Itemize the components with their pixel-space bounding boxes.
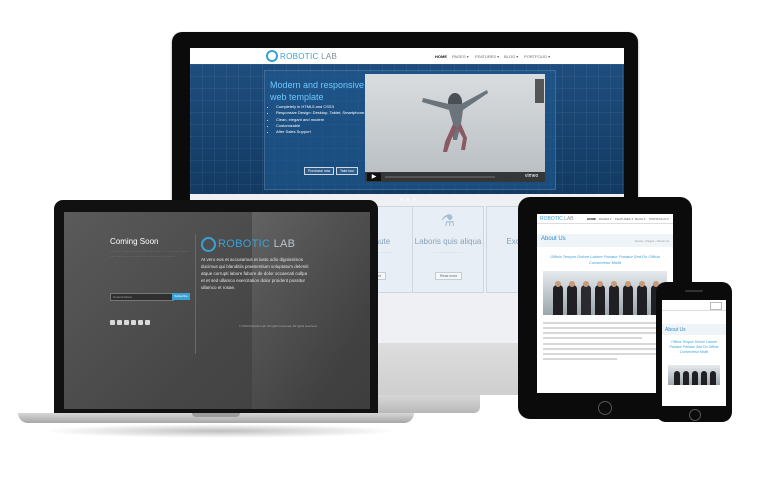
nav-pages[interactable]: PAGES ▾ [599, 217, 611, 221]
menu-icon[interactable] [710, 302, 722, 310]
text-line [543, 337, 643, 339]
jumping-figure-image [422, 90, 488, 152]
person-figure [581, 285, 591, 315]
person-head [555, 281, 561, 287]
person-figure [567, 285, 577, 315]
person-figure [609, 285, 619, 315]
flickr-icon[interactable] [138, 320, 143, 325]
quote: Officia Tempor Dolore Labore Pariatur Pa… [669, 340, 719, 354]
intro-text: At vero eos et accusamus et iusto odio d… [201, 257, 309, 290]
nav-pages[interactable]: PAGES ▾ [452, 54, 469, 59]
nav-features[interactable]: FEATURES ▾ [475, 54, 499, 59]
divider [195, 234, 196, 354]
imac-logo[interactable]: ROBOTIC LAB [280, 52, 337, 61]
nav-home[interactable]: HOME [587, 217, 596, 221]
nav-features[interactable]: FEATURES ▾ [615, 217, 633, 221]
iphone-speaker [685, 290, 703, 292]
nav-blog[interactable]: BLOG ▾ [635, 217, 646, 221]
feature-card: ⚗ Laboris quis aliqua · · · · · · · · · … [412, 206, 484, 293]
rss-icon[interactable] [110, 320, 115, 325]
person-figure [674, 371, 680, 385]
hero-bullets: Completely in HTML5 and CSS3 Responsive … [268, 104, 376, 135]
person-figure [553, 285, 563, 315]
twitter-icon[interactable] [124, 320, 129, 325]
person-figure [637, 285, 647, 315]
vimeo-logo[interactable]: vimeo [525, 173, 538, 179]
hero-headline: Modern and responsive web template [270, 80, 365, 102]
play-icon[interactable]: ▶ [367, 173, 381, 181]
coming-soon-text: · · · · · · · · · · · · · · · · · · · · … [110, 250, 189, 259]
text-line [543, 348, 667, 350]
video-progress[interactable] [385, 176, 495, 178]
laptop-logo: ROBOTIC LAB [218, 238, 296, 250]
text-line [543, 343, 667, 345]
video-side-controls[interactable] [535, 79, 544, 103]
read-more-button[interactable]: Read more [435, 272, 463, 280]
person-figure [701, 371, 707, 385]
google-plus-icon[interactable] [117, 320, 122, 325]
text-line [543, 327, 667, 329]
team-photo [543, 271, 667, 315]
hero-banner: Modern and responsive web template Compl… [190, 64, 624, 203]
nav-blog[interactable]: BLOG ▾ [504, 54, 518, 59]
laptop-notch [192, 413, 240, 417]
body-text [543, 322, 667, 363]
ipad-logo[interactable]: ROBOTIC LAB [540, 216, 574, 222]
flask-icon: ⚗ [440, 213, 456, 230]
feature-title: Laboris quis aliqua [414, 237, 482, 246]
person-head [639, 281, 645, 287]
subscribe-button[interactable]: Subscribe [172, 293, 190, 300]
nav-home[interactable]: HOME [435, 54, 447, 59]
hero-bullet: After Sales Support [276, 129, 376, 135]
video-controlbar: ▶ vimeo [365, 172, 545, 182]
email-input[interactable]: Email Address [110, 293, 174, 301]
team-photo [668, 365, 720, 385]
person-head [569, 281, 575, 287]
text-line [543, 353, 667, 355]
quote: Officia Tempor Dolore Labore Pariatur Pa… [550, 254, 660, 265]
breadcrumb[interactable]: Home › Pages › About Us [635, 239, 669, 243]
text-line [543, 322, 667, 324]
person-figure [683, 371, 689, 385]
logo-ring-icon [266, 50, 278, 62]
nav-portfolio[interactable]: PORTFOLIO ▾ [524, 54, 550, 59]
nav-portfolio[interactable]: PORTFOLIO ▾ [649, 217, 669, 221]
video-player[interactable]: ▶ vimeo [365, 74, 545, 182]
page-title: About Us [665, 327, 686, 333]
ipad-home-button[interactable] [598, 401, 612, 415]
person-head [611, 281, 617, 287]
laptop-screen: Coming Soon · · · · · · · · · · · · · · … [64, 212, 370, 409]
text-line [543, 358, 618, 360]
text-line [543, 332, 667, 334]
linkedin-icon[interactable] [145, 320, 150, 325]
iphone-screen: About Us Officia Tempor Dolore Labore Pa… [662, 300, 726, 406]
person-head [597, 281, 603, 287]
ipad-screen: ROBOTIC LAB HOME PAGES ▾ FEATURES ▾ BLOG… [537, 214, 673, 393]
logo-ring-icon [201, 237, 216, 252]
purchase-now-button[interactable]: Purchase now [304, 167, 335, 175]
person-figure [692, 371, 698, 385]
take-tour-button[interactable]: Take tour [336, 167, 359, 175]
slider-dots[interactable]: ● ● ● [400, 197, 417, 203]
person-figure [623, 285, 633, 315]
person-figure [710, 371, 716, 385]
laptop-shadow [40, 424, 400, 438]
ipad-navbar: ROBOTIC LAB HOME PAGES ▾ FEATURES ▾ BLOG… [537, 214, 673, 224]
facebook-icon[interactable] [131, 320, 136, 325]
page-title: About Us [541, 236, 566, 242]
person-figure [595, 285, 605, 315]
hero-bullet: Responsive Design: Desktop, Tablet, Smar… [276, 110, 376, 116]
imac-navbar: ROBOTIC LAB HOME PAGES ▾ FEATURES ▾ BLOG… [190, 48, 624, 65]
iphone-home-button[interactable] [689, 409, 701, 421]
feature-text: · · · · · · · · · · · · · · [433, 251, 463, 255]
coming-soon-title: Coming Soon [110, 237, 159, 246]
person-head [583, 281, 589, 287]
copyright: © 2013 Robotic Lab. All rights reserved.… [239, 324, 317, 328]
person-head [625, 281, 631, 287]
